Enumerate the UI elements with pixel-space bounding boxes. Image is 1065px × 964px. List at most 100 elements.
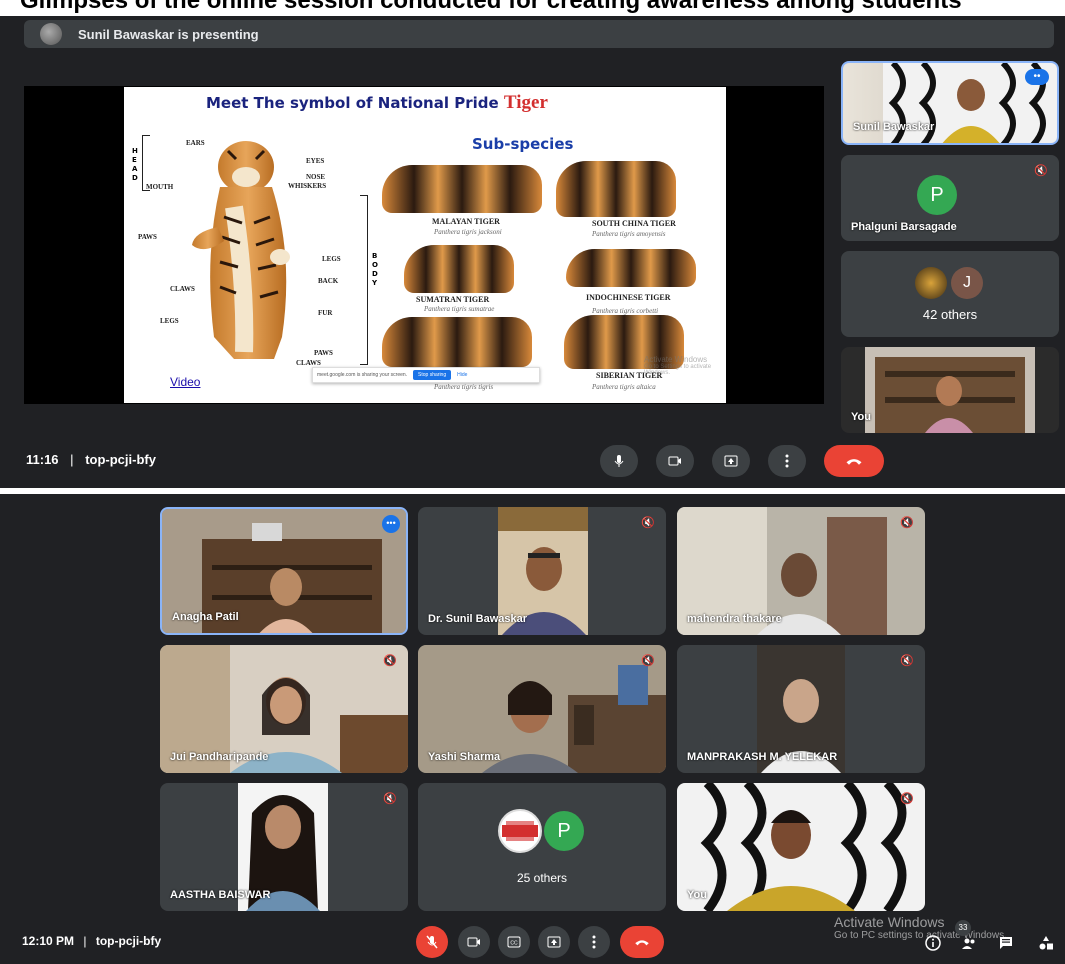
camera-button[interactable] — [458, 926, 490, 958]
participant-name: You — [687, 889, 707, 901]
participant-tile-phalguni[interactable]: P Phalguni Barsagade 🔇 — [841, 155, 1059, 241]
participant-tile-you[interactable]: You — [841, 347, 1059, 433]
camera-button[interactable] — [656, 445, 694, 477]
activities-button[interactable] — [1036, 934, 1056, 952]
camera-icon — [467, 937, 480, 947]
presentation-slide: Meet The symbol of National Pride Tiger … — [124, 87, 726, 403]
participant-name: Dr. Sunil Bawaskar — [428, 613, 528, 625]
mic-off-icon: 🔇 — [641, 517, 655, 529]
species-latin-south-china: Panthera tigris amoyensis — [592, 230, 666, 238]
participant-tile-jui[interactable]: 🔇 Jui Pandharipande — [160, 645, 408, 773]
leave-call-button[interactable] — [620, 926, 664, 958]
species-name-sumatran: SUMATRAN TIGER — [416, 295, 490, 304]
mic-icon — [614, 455, 624, 467]
meeting-time: 12:10 PM — [22, 934, 75, 948]
people-icon — [962, 938, 975, 949]
leave-call-button[interactable] — [824, 445, 884, 477]
slide-title: Meet The symbol of National Pride Tiger — [206, 92, 548, 114]
meeting-code: top-pcji-bfy — [95, 934, 162, 948]
label-claws-right: CLAWS — [296, 359, 321, 367]
label-paws-left: PAWS — [138, 233, 157, 241]
captions-button[interactable]: CC — [498, 926, 530, 958]
more-options-button[interactable] — [578, 926, 610, 958]
activities-icon — [1039, 936, 1053, 950]
tiger-bengal-image — [382, 317, 532, 367]
participant-name: Sunil Bawaskar — [853, 121, 935, 133]
presenting-text: Sunil Bawaskar is presenting — [78, 26, 259, 42]
slide-title-accent: Tiger — [503, 92, 548, 113]
label-mouth: MOUTH — [146, 183, 174, 191]
svg-text:CC: CC — [510, 941, 518, 947]
share-notice-text: meet.google.com is sharing your screen. — [317, 372, 408, 378]
participant-name: 42 others — [922, 307, 978, 322]
activate-windows-watermark: Activate Windows Go to PC settings to ac… — [834, 914, 1007, 941]
mic-off-icon — [426, 935, 438, 949]
info-icon — [925, 935, 941, 951]
hang-up-icon — [635, 940, 649, 946]
hang-up-icon — [846, 459, 862, 465]
mic-off-button[interactable] — [416, 926, 448, 958]
label-ears: EARS — [186, 139, 205, 147]
present-button[interactable] — [712, 445, 750, 477]
label-claws-left: CLAWS — [170, 285, 195, 293]
tiger-sumatran-image — [404, 245, 514, 293]
meeting-separator: | — [83, 934, 87, 948]
avatar: P — [917, 175, 957, 215]
participant-tile-yashi[interactable]: 🔇 Yashi Sharma — [418, 645, 666, 773]
mic-off-icon: 🔇 — [900, 517, 914, 529]
avatar: J — [951, 267, 983, 299]
mic-off-icon: 🔇 — [383, 793, 397, 805]
participant-tile-you-bottom[interactable]: 🔇 You — [677, 783, 925, 911]
presenter-avatar — [40, 23, 62, 45]
species-latin-siberian: Panthera tigris altaica — [592, 383, 656, 391]
present-screen-icon — [547, 936, 561, 948]
label-back: BACK — [318, 277, 339, 285]
species-latin-malayan: Panthera tigris jacksoni — [434, 228, 502, 236]
mic-button[interactable] — [600, 445, 638, 477]
presenting-banner: Sunil Bawaskar is presenting — [24, 20, 1054, 48]
body-label: BODY — [372, 252, 378, 287]
campaign-logo-avatar — [498, 809, 542, 853]
species-latin-sumatran: Panthera tigris sumatrae — [424, 305, 495, 313]
species-name-south-china: SOUTH CHINA TIGER — [592, 219, 676, 228]
chat-button[interactable] — [996, 934, 1016, 952]
mic-off-icon: 🔇 — [900, 655, 914, 667]
screen-share-notice: meet.google.com is sharing your screen. … — [312, 367, 540, 383]
participant-tile-mahendra[interactable]: 🔇 mahendra thakare — [677, 507, 925, 635]
meeting-info: 12:10 PM | top-pcji-bfy — [22, 934, 161, 948]
participant-tile-aastha[interactable]: 🔇 AASTHA BAISWAR — [160, 783, 408, 911]
participant-name: Jui Pandharipande — [170, 751, 269, 763]
meet-screen-gallery: ••• Anagha Patil 🔇 Dr. Sunil Bawaskar 🔇 … — [0, 494, 1065, 964]
participant-name: Anagha Patil — [172, 611, 239, 623]
species-latin-indochinese: Panthera tigris corbetti — [592, 307, 659, 315]
participant-tile-others-bottom[interactable]: P 25 others — [418, 783, 666, 911]
meeting-info: 11:16 | top-pcji-bfy — [26, 452, 156, 467]
activate-windows-l2: Go to PC settings to activate Windows. — [834, 930, 1007, 941]
shared-screen: Meet The symbol of National Pride Tiger … — [24, 86, 824, 404]
label-eyes: EYES — [306, 157, 325, 165]
mic-off-icon: 🔇 — [641, 655, 655, 667]
video-link[interactable]: Video — [170, 375, 200, 389]
meeting-details-button[interactable] — [924, 934, 942, 952]
participant-tile-manprakash[interactable]: 🔇 MANPRAKASH M. YELEKAR — [677, 645, 925, 773]
participant-tile-dr-sunil[interactable]: 🔇 Dr. Sunil Bawaskar — [418, 507, 666, 635]
label-fur: FUR — [318, 309, 333, 317]
participant-name: You — [851, 411, 871, 423]
more-options-button[interactable] — [768, 445, 806, 477]
participant-tile-others[interactable]: J 42 others — [841, 251, 1059, 337]
label-paws-right: PAWS — [314, 349, 333, 357]
speaking-indicator-icon: ••• — [382, 515, 400, 533]
present-button[interactable] — [538, 926, 570, 958]
chat-icon — [1000, 937, 1012, 949]
caption: Glimpses of the online session conducted… — [0, 0, 1065, 16]
participant-tile-anagha[interactable]: ••• Anagha Patil — [160, 507, 408, 635]
participant-tile-sunil[interactable]: Sunil Bawaskar •• — [841, 61, 1059, 145]
more-vert-icon — [785, 454, 789, 468]
hide-button[interactable]: Hide — [457, 372, 467, 378]
people-count-badge: 33 — [955, 920, 971, 936]
people-button[interactable] — [958, 934, 980, 952]
avatar — [915, 267, 947, 299]
activate-windows-top-l1: Activate Windows — [644, 355, 708, 364]
more-vert-icon — [592, 935, 596, 949]
stop-sharing-button[interactable]: Stop sharing — [413, 370, 452, 380]
